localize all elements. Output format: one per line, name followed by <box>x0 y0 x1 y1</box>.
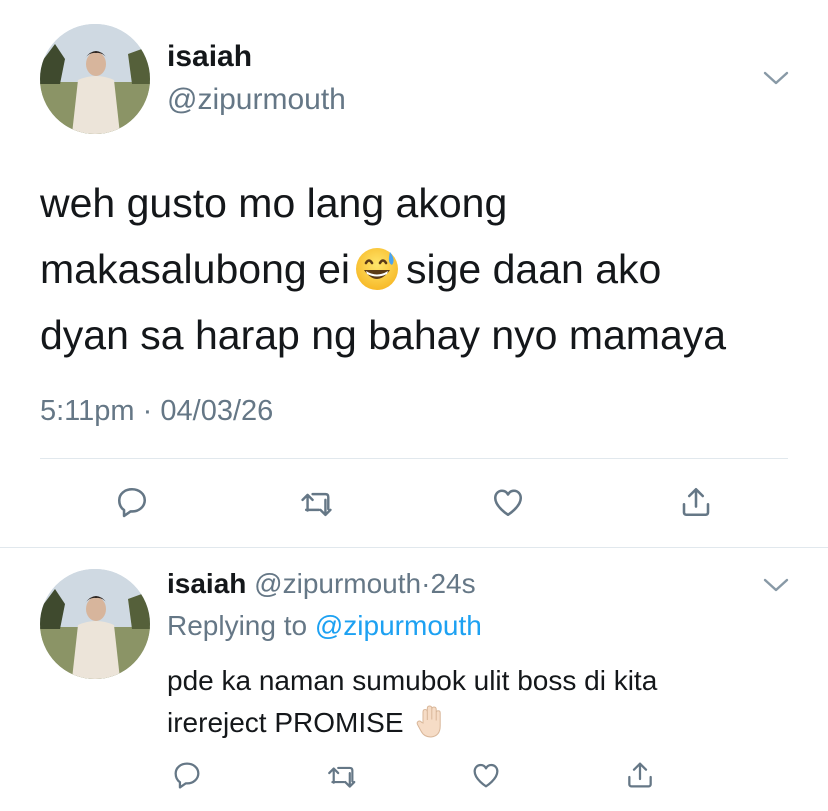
tweet-age[interactable]: 24s <box>430 568 475 599</box>
reply-text-line: irereject PROMISE <box>167 702 787 747</box>
tweet-text-line: dyan sa harap ng bahay nyo mamaya <box>40 312 727 358</box>
reply-text-segment: irereject PROMISE <box>167 707 404 738</box>
chevron-down-icon[interactable] <box>763 577 789 593</box>
tweet-text: weh gusto mo lang akong makasalubong ei … <box>40 170 800 368</box>
retweet-button[interactable] <box>297 482 341 522</box>
like-icon <box>493 489 523 517</box>
tweet-text-segment: makasalubong ei <box>40 246 350 292</box>
retweet-button[interactable] <box>324 757 364 793</box>
tweet-text-line: makasalubong ei sige daan ako <box>40 236 800 302</box>
tweet-timestamp[interactable]: 5:11pm · 04/03/26 <box>40 395 273 428</box>
reply-header: isaiah @zipurmouth·24s <box>167 568 476 600</box>
author-name[interactable]: isaiah <box>167 40 252 74</box>
mention-link[interactable]: @zipurmouth <box>315 610 482 641</box>
share-icon <box>628 762 652 788</box>
divider <box>0 547 828 548</box>
reply-button[interactable] <box>112 482 152 522</box>
avatar-photo <box>40 24 150 134</box>
avatar[interactable] <box>40 24 150 134</box>
reply-text: pde ka naman sumubok ulit boss di kita i… <box>167 660 787 747</box>
divider <box>40 458 788 459</box>
reply-text-line: pde ka naman sumubok ulit boss di kita <box>167 665 658 696</box>
like-button[interactable] <box>468 757 504 793</box>
share-icon <box>682 487 710 517</box>
tweet-text-segment: sige daan ako <box>405 246 662 292</box>
tweet-text-line: weh gusto mo lang akong <box>40 180 508 226</box>
author-handle[interactable]: @zipurmouth <box>254 568 421 599</box>
meta-separator: · <box>142 395 153 427</box>
share-button[interactable] <box>676 482 716 522</box>
replying-prefix: Replying to <box>167 610 308 641</box>
raised-hand-emoji <box>412 703 450 741</box>
reply-icon <box>117 487 147 518</box>
author-name[interactable]: isaiah <box>167 568 246 599</box>
like-icon <box>473 763 499 788</box>
tweet-date: 04/03/26 <box>160 395 274 427</box>
tweet-time: 5:11pm <box>40 395 135 427</box>
avatar[interactable] <box>40 569 150 679</box>
reply-icon <box>174 762 200 789</box>
replying-to: Replying to @zipurmouth <box>167 610 482 642</box>
retweet-icon <box>301 492 332 517</box>
share-button[interactable] <box>622 757 658 793</box>
like-button[interactable] <box>488 482 528 522</box>
author-handle[interactable]: @zipurmouth <box>167 83 346 117</box>
chevron-down-icon[interactable] <box>763 70 789 86</box>
reply-button[interactable] <box>169 757 205 793</box>
grinning-sweat-emoji <box>354 245 400 291</box>
avatar-photo <box>40 569 150 679</box>
retweet-icon <box>328 766 356 788</box>
